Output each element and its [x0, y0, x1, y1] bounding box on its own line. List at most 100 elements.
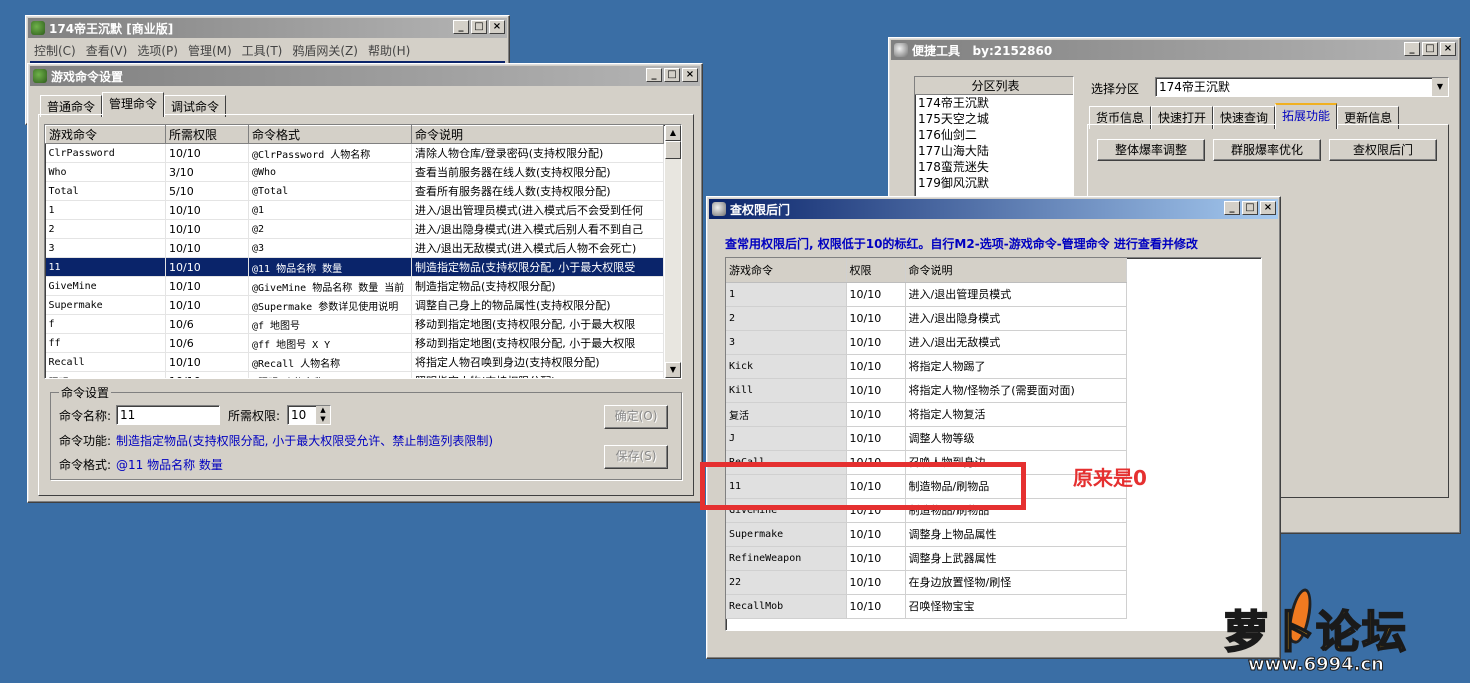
table-row[interactable]: 2 10/10 @2 进入/退出隐身模式(进入模式后别人看不到自己 — [45, 219, 664, 239]
backdoor-list: 游戏命令 权限 命令说明 1 10/10 进入/退出管理员模式 2 10/10 进入/退出… — [725, 257, 1262, 631]
cell-perm: 10/10 — [165, 200, 249, 220]
col-game-command[interactable]: 游戏命令 — [45, 125, 166, 144]
minimize-icon[interactable]: _ — [1224, 201, 1240, 215]
maximize-icon[interactable]: □ — [664, 68, 680, 82]
required-perm-value: 10 — [291, 408, 307, 422]
col-command-desc[interactable]: 命令说明 — [905, 258, 1127, 283]
menu-control[interactable]: 控制(C) — [30, 41, 80, 60]
server-list-item[interactable]: 178蛮荒迷失 — [915, 159, 1073, 175]
cell-desc: 将指定人物召唤到身边(支持权限分配) — [411, 352, 664, 372]
server-select[interactable]: 174帝王沉默 ▼ — [1155, 77, 1449, 97]
table-row[interactable]: Recall 10/10 @Recall 人物名称 将指定人物召唤到身边(支持权限分配… — [45, 352, 664, 372]
backdoor-titlebar[interactable]: 查权限后门 _ □ × — [709, 199, 1278, 219]
cell-desc: 进入/退出管理员模式 — [905, 282, 1127, 307]
col-command-format[interactable]: 命令格式 — [248, 125, 412, 144]
cell-command: GiveMine — [45, 276, 166, 296]
table-row[interactable]: Supermake 10/10 @Supermake 参数详见使用说明 调整自己身上的… — [45, 295, 664, 315]
cell-perm: 10/10 — [846, 522, 906, 547]
server-list-item[interactable]: 175天空之城 — [915, 111, 1073, 127]
table-row[interactable]: GiveMine 10/10 @GiveMine 物品名称 数量 当前 制造指定物品(… — [45, 276, 664, 296]
watermark-logo: 萝卜论坛 www.6994.cn — [1218, 586, 1458, 678]
table-row[interactable]: ff 10/6 @ff 地图号 X Y 移动到指定地图(支持权限分配, 小于最大权限 — [45, 333, 664, 353]
menu-tools[interactable]: 工具(T) — [238, 41, 287, 60]
menu-bar: 控制(C) 查看(V) 选项(P) 管理(M) 工具(T) 鸦盾网关(Z) 帮助… — [26, 40, 509, 61]
table-row[interactable]: 1 10/10 @1 进入/退出管理员模式(进入模式后不会受到任何 — [45, 200, 664, 220]
table-row[interactable]: Supermake 10/10 调整身上物品属性 — [726, 522, 1127, 547]
col-game-command[interactable]: 游戏命令 — [726, 258, 847, 283]
scroll-thumb[interactable] — [665, 141, 681, 159]
server-select-value: 174帝王沉默 — [1159, 80, 1230, 94]
server-list-item[interactable]: 177山海大陆 — [915, 143, 1073, 159]
server-list-item[interactable]: 176仙剑二 — [915, 127, 1073, 143]
menu-gateway[interactable]: 鸦盾网关(Z) — [288, 41, 362, 60]
check-backdoor-button[interactable]: 查权限后门 — [1329, 139, 1437, 161]
close-icon[interactable]: × — [682, 68, 698, 82]
cell-perm: 10/10 — [846, 330, 906, 355]
tool-titlebar[interactable]: 便捷工具 by:2152860 _ □ × — [891, 40, 1458, 60]
cell-desc: 移动到指定地图(支持权限分配, 小于最大权限 — [411, 333, 664, 353]
chevron-down-icon[interactable]: ▼ — [1432, 78, 1448, 96]
cell-perm: 10/10 — [846, 570, 906, 595]
cell-command: RecallMob — [726, 594, 847, 619]
table-row[interactable]: RefineWeapon 10/10 调整身上武器属性 — [726, 546, 1127, 571]
table-row[interactable]: 照明10/10@照明 人物名称照明指定人物(支持权限分配) — [45, 371, 664, 378]
minimize-icon[interactable]: _ — [1404, 42, 1420, 56]
close-icon[interactable]: × — [489, 20, 505, 34]
cell-command: Recall — [45, 352, 166, 372]
server-list-item[interactable]: 174帝王沉默 — [915, 95, 1073, 111]
scroll-up-icon[interactable]: ▲ — [665, 125, 681, 141]
command-name-input[interactable]: 11 — [116, 405, 220, 425]
maximize-icon[interactable]: □ — [1242, 201, 1258, 215]
col-command-desc[interactable]: 命令说明 — [411, 125, 664, 144]
menu-manage[interactable]: 管理(M) — [184, 41, 236, 60]
cell-perm: 10/10 — [846, 546, 906, 571]
cell-command: 复活 — [726, 402, 847, 427]
app-icon — [31, 21, 45, 35]
table-row[interactable]: ClrPassword 10/10 @ClrPassword 人物名称 清除人物仓库/… — [45, 143, 664, 163]
confirm-button[interactable]: 确定(O) — [604, 405, 668, 429]
table-row[interactable]: Kill 10/10 将指定人物/怪物杀了(需要面对面) — [726, 378, 1127, 403]
overall-drop-rate-button[interactable]: 整体爆率调整 — [1097, 139, 1205, 161]
table-row[interactable]: 1 10/10 进入/退出管理员模式 — [726, 282, 1127, 307]
table-row[interactable]: 22 10/10 在身边放置怪物/刷怪 — [726, 570, 1127, 595]
table-row[interactable]: Who 3/10 @Who 查看当前服务器在线人数(支持权限分配) — [45, 162, 664, 182]
command-list-scrollbar[interactable]: ▲ ▼ — [665, 125, 681, 378]
table-row[interactable]: 复活 10/10 将指定人物复活 — [726, 402, 1127, 427]
tab-admin-commands[interactable]: 管理命令 — [102, 92, 165, 117]
table-row[interactable]: 3 10/10 @3 进入/退出无敌模式(进入模式后人物不会死亡) — [45, 238, 664, 258]
cell-perm: 10/10 — [165, 371, 249, 378]
minimize-icon[interactable]: _ — [646, 68, 662, 82]
close-icon[interactable]: × — [1260, 201, 1276, 215]
tab-extended-features[interactable]: 拓展功能 — [1275, 103, 1338, 129]
table-row[interactable]: Total 5/10 @Total 查看所有服务器在线人数(支持权限分配) — [45, 181, 664, 201]
menu-help[interactable]: 帮助(H) — [364, 41, 414, 60]
col-perm[interactable]: 权限 — [846, 258, 906, 283]
cell-desc: 将指定人物复活 — [905, 402, 1127, 427]
cell-format: @1 — [248, 200, 412, 220]
menu-view[interactable]: 查看(V) — [82, 41, 132, 60]
server-main-titlebar[interactable]: 174帝王沉默 [商业版] _ □ × — [28, 18, 507, 38]
minimize-icon[interactable]: _ — [453, 20, 469, 34]
table-row[interactable]: 11 10/10 @11 物品名称 数量 制造指定物品(支持权限分配, 小于最大权限受 — [45, 257, 664, 277]
maximize-icon[interactable]: □ — [471, 20, 487, 34]
command-settings-titlebar[interactable]: 游戏命令设置 _ □ × — [30, 66, 700, 86]
group-drop-rate-button[interactable]: 群服爆率优化 — [1213, 139, 1321, 161]
table-row[interactable]: 3 10/10 进入/退出无敌模式 — [726, 330, 1127, 355]
table-row[interactable]: f 10/6 @f 地图号 移动到指定地图(支持权限分配, 小于最大权限 — [45, 314, 664, 334]
maximize-icon[interactable]: □ — [1422, 42, 1438, 56]
menu-options[interactable]: 选项(P) — [133, 41, 182, 60]
cell-perm: 5/10 — [165, 181, 249, 201]
save-button[interactable]: 保存(S) — [604, 445, 668, 469]
command-format-value: @11 物品名称 数量 — [116, 458, 223, 472]
close-icon[interactable]: × — [1440, 42, 1456, 56]
table-row[interactable]: Kick 10/10 将指定人物踢了 — [726, 354, 1127, 379]
table-row[interactable]: 2 10/10 进入/退出隐身模式 — [726, 306, 1127, 331]
table-row[interactable]: RecallMob 10/10 召唤怪物宝宝 — [726, 594, 1127, 619]
table-row[interactable]: J 10/10 调整人物等级 — [726, 426, 1127, 451]
cell-format: @Supermake 参数详见使用说明 — [248, 295, 412, 315]
server-list-item[interactable]: 179御风沉默 — [915, 175, 1073, 191]
col-required-perm[interactable]: 所需权限 — [165, 125, 249, 144]
spinner-arrows-icon[interactable]: ▲ ▼ — [316, 406, 330, 424]
scroll-down-icon[interactable]: ▼ — [665, 362, 681, 378]
required-perm-spinner[interactable]: 10 ▲ ▼ — [287, 405, 331, 425]
